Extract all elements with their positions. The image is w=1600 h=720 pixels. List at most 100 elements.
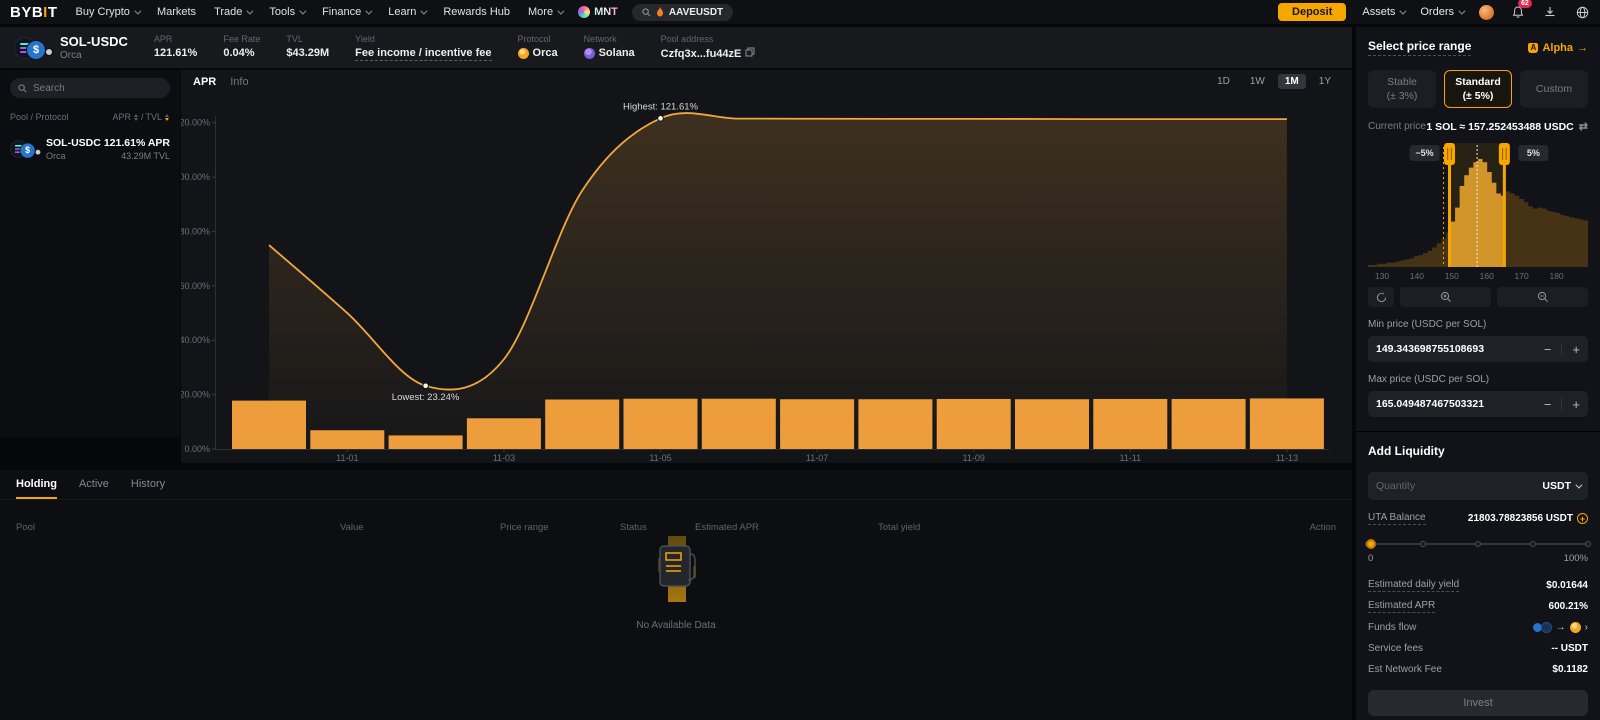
funds-flow-icons[interactable]: →› [1532,622,1588,633]
stat-label: Network [584,34,635,44]
deposit-button[interactable]: Deposit [1278,3,1346,21]
invest-button[interactable]: Invest [1368,690,1588,716]
slider-knob[interactable] [1366,539,1376,549]
pool-sidebar: Search Pool / Protocol APR / TVL $ SOL-U… [0,70,180,437]
language-button[interactable] [1574,4,1590,20]
sidebar-col-pool[interactable]: Pool / Protocol [10,112,69,122]
max-handle-grip[interactable] [1499,143,1510,165]
nav-item-trade[interactable]: Trade [214,6,251,18]
row-value: 600.21% [1549,601,1588,612]
chart-tab-apr[interactable]: APR [193,76,216,88]
chart-tabs: APR Info [193,76,249,88]
max-price-increase[interactable]: + [1572,397,1580,412]
pool-pair-icon: $ [14,35,52,61]
tab-holding[interactable]: Holding [16,478,57,499]
row-label[interactable]: Estimated APR [1368,600,1435,613]
slider-dot[interactable] [1475,541,1481,547]
preset-custom[interactable]: Custom [1520,70,1588,108]
lowest-marker [423,383,429,389]
nav-item-buy-crypto[interactable]: Buy Crypto [76,6,139,18]
range-button-1d[interactable]: 1D [1210,74,1237,89]
assets-menu[interactable]: Assets [1362,6,1404,18]
tvl-sort-icon[interactable] [165,114,169,121]
sidebar-search[interactable]: Search [10,78,170,98]
tab-active[interactable]: Active [79,478,109,499]
mnt-token-link[interactable]: MNT [578,6,618,18]
min-price-decrease[interactable]: − [1544,342,1552,357]
currency-select[interactable]: USDT [1542,480,1580,492]
svg-text:130: 130 [1375,271,1389,281]
orders-menu[interactable]: Orders [1420,6,1463,18]
slider-max-label: 100% [1564,553,1588,564]
pool-stat-apr: APR121.61% [154,34,197,59]
bybit-logo[interactable]: BYBIT [10,4,58,21]
current-price-value: 1 SOL ≈ 157.252453488 USDC ⇄ [1426,120,1588,133]
nav-item-markets[interactable]: Markets [157,6,196,18]
nav-right: Deposit Assets Orders 62 [1278,3,1590,21]
liquidity-panel: Select price range A Alpha → Stable(± 3%… [1356,27,1600,720]
apr-sort-icon[interactable] [134,114,138,121]
add-liquidity-title: Add Liquidity [1368,444,1588,458]
zoom-out-button[interactable] [1497,287,1588,307]
nav-item-rewards-hub[interactable]: Rewards Hub [443,6,510,18]
stat-label: Fee Rate [223,34,260,44]
chart-tab-info[interactable]: Info [230,76,248,88]
nav-item-tools[interactable]: Tools [269,6,304,18]
range-button-1w[interactable]: 1W [1243,74,1272,89]
sidebar-sorters[interactable]: APR / TVL [112,112,170,122]
orca-icon [1570,622,1581,633]
chevron-down-icon [1575,481,1582,488]
apr-chart[interactable]: 0.00%20.00%40.00%60.00%80.00%100.00%120.… [181,70,1352,463]
swap-icon[interactable]: ⇄ [1579,120,1588,133]
svg-text:40.00%: 40.00% [181,335,210,345]
pool-stat-tvl: TVL$43.29M [286,34,329,59]
range-button-1y[interactable]: 1Y [1312,74,1338,89]
usdc-coin-icon: $ [26,40,46,60]
stat-label: Protocol [518,34,558,44]
max-price-input[interactable] [1376,398,1544,410]
pool-header: $ SOL-USDC Orca APR121.61%Fee Rate0.04%T… [0,27,1352,68]
pool-stat-network: NetworkSolana [584,34,635,59]
deposit-plus-icon[interactable]: + [1577,513,1588,524]
slider-dot[interactable] [1420,541,1426,547]
nav-search[interactable]: AAVEUSDT [632,4,733,21]
reset-zoom-button[interactable] [1368,287,1394,307]
avatar[interactable] [1479,5,1494,20]
min-handle-grip[interactable] [1444,143,1455,165]
nav-item-finance[interactable]: Finance [322,6,370,18]
preset-standard[interactable]: Standard(± 5%) [1444,70,1512,108]
quantity-input[interactable] [1376,480,1542,492]
empty-state-text: No Available Data [636,620,715,631]
row-label[interactable]: Estimated daily yield [1368,579,1459,592]
copy-icon[interactable] [745,47,755,60]
sidebar-pool-row[interactable]: $ SOL-USDC Orca 121.61% APR 43.29M TVL [10,136,170,162]
zoom-in-icon [1440,291,1452,303]
svg-text:160: 160 [1480,271,1494,281]
range-button-1m[interactable]: 1M [1278,74,1306,89]
slider-dot[interactable] [1530,541,1536,547]
globe-icon [1576,6,1589,19]
svg-text:11-05: 11-05 [649,453,671,463]
nav-item-learn[interactable]: Learn [388,6,425,18]
max-price-decrease[interactable]: − [1544,397,1552,412]
stat-value: $43.29M [286,47,329,59]
tab-history[interactable]: History [131,478,165,499]
min-price-input[interactable] [1376,343,1544,355]
nav-item-more[interactable]: More [528,6,562,18]
row-pair: SOL-USDC [46,137,101,149]
download-button[interactable] [1542,4,1558,20]
stat-label: Pool address [661,34,756,44]
zoom-in-button[interactable] [1400,287,1491,307]
solana-icon [584,48,595,59]
chevron-down-icon [421,7,428,14]
min-price-increase[interactable]: + [1572,342,1580,357]
preset-stable[interactable]: Stable(± 3%) [1368,70,1436,108]
alpha-link[interactable]: A Alpha → [1528,42,1588,54]
amount-slider[interactable] [1368,539,1588,549]
notifications-button[interactable]: 62 [1510,4,1526,20]
price-range-selector[interactable]: −5%5%130140150160170180 [1368,139,1588,281]
estimate-row-estimated-daily-yield: Estimated daily yield$0.01644 [1368,578,1588,592]
slider-dot[interactable] [1585,541,1591,547]
slider-min-label: 0 [1368,553,1373,564]
row-apr: 121.61% APR [104,137,170,149]
